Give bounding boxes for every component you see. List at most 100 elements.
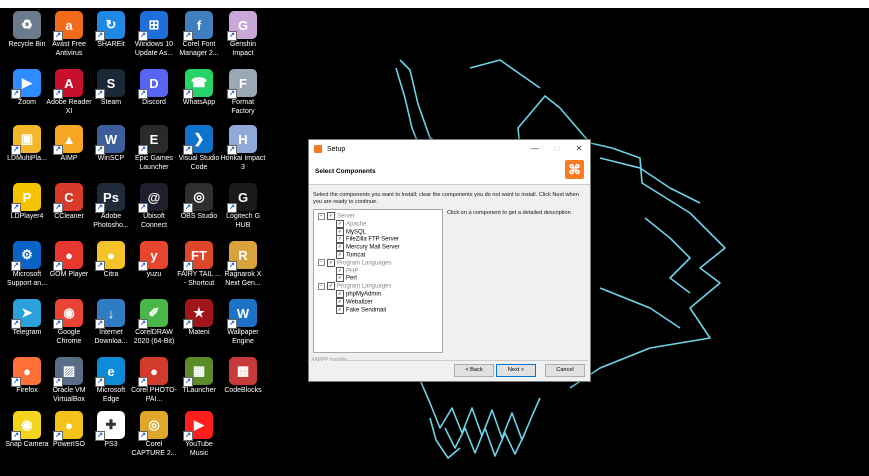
close-icon[interactable]: ✕ (568, 140, 590, 158)
tree-group[interactable]: − ✓ Server (318, 212, 355, 220)
component-tree[interactable]: − ✓ Server ✓ Apache ✓ MySQL ✓ FileZilla FTP Serv… (313, 209, 443, 353)
checkbox[interactable]: ✓ (336, 219, 344, 228)
desktop-icon[interactable]: F ↗ Format Factory (220, 66, 266, 116)
desktop-icon[interactable]: ↻ ↗ SHAREit (88, 8, 134, 50)
desktop-icon[interactable]: ☎ ↗ WhatsApp (176, 66, 222, 108)
collapse-icon[interactable]: − (318, 259, 325, 267)
desktop-icon[interactable]: P ↗ LDPlayer4 (4, 180, 50, 222)
desktop-icon[interactable]: FT ↗ FAIRY TAIL ... - Shortcut (176, 238, 222, 288)
app-icon: ◎ ↗ (183, 183, 213, 213)
desktop-icon[interactable]: ↓ ↗ Internet Downloa... (88, 296, 134, 346)
desktop-icon[interactable]: Ps ↗ Adobe Photosho... (88, 180, 134, 230)
desktop-icon[interactable]: ▦ ↗ TLauncher (176, 354, 222, 396)
tree-group[interactable]: − ✓ Program Languages (318, 282, 391, 291)
tree-item[interactable]: ✓ Fake Sendmail (336, 305, 386, 314)
desktop-icon[interactable]: ● ↗ Citra (88, 238, 134, 280)
shortcut-arrow-icon: ↗ (227, 319, 237, 329)
desktop-icon[interactable]: D ↗ Discord (131, 66, 177, 108)
desktop-icon[interactable]: G ↗ Genshin Impact (220, 8, 266, 58)
desktop-icon[interactable]: ▣ ↗ LDMultiPla... (4, 122, 50, 164)
desktop-icon[interactable]: W ↗ Wallpaper Engine (220, 296, 266, 346)
shortcut-arrow-icon: ↗ (11, 261, 21, 271)
desktop-icon[interactable]: R ↗ Ragnarok X Next Gen... (220, 238, 266, 288)
desktop-icon[interactable]: ● ↗ Corel PHOTO-PAI... (131, 354, 177, 404)
window-title: Setup (327, 145, 346, 153)
app-icon: ◉ ↗ (11, 411, 41, 441)
app-icon: ▩ (229, 357, 257, 385)
checkbox[interactable]: ✓ (336, 243, 344, 252)
cancel-button[interactable]: Cancel (545, 364, 585, 377)
desktop-icon[interactable]: ● ↗ PowerISO (46, 408, 92, 450)
desktop-icon[interactable]: H ↗ Honkai Impact 3 (220, 122, 266, 172)
back-button[interactable]: < Back (454, 364, 494, 377)
app-icon: ● ↗ (11, 357, 41, 387)
desktop-icon[interactable]: ▲ ↗ AIMP (46, 122, 92, 164)
desktop-icon[interactable]: y ↗ yuzu (131, 238, 177, 280)
desktop-icon[interactable]: ✐ ↗ CorelDRAW 2020 (64-Bit) (131, 296, 177, 346)
desktop-icon[interactable]: ★ ↗ Mateni (176, 296, 222, 338)
tree-item[interactable]: ✓ PHP (336, 266, 358, 275)
app-icon: W ↗ (227, 299, 257, 329)
desktop-icon[interactable]: ◉ ↗ Google Chrome (46, 296, 92, 346)
desktop-icon[interactable]: ◉ ↗ Snap Camera (4, 408, 50, 450)
desktop-icon[interactable]: C ↗ CCleaner (46, 180, 92, 222)
tree-item[interactable]: ✓ Webalizer (336, 297, 373, 306)
desktop-icon[interactable]: ♻ Recycle Bin (4, 8, 50, 50)
desktop-icon[interactable]: ● ↗ GOM Player (46, 238, 92, 280)
title-bar[interactable]: Setup — □ ✕ (309, 140, 590, 158)
next-button[interactable]: Next > (496, 364, 536, 377)
desktop-icon[interactable]: ▶ ↗ Zoom (4, 66, 50, 108)
desktop-icon[interactable]: ▨ ↗ Oracle VM VirtualBox (46, 354, 92, 404)
desktop-icon[interactable]: A ↗ Adobe Reader XI (46, 66, 92, 116)
desktop-icon[interactable]: ▶ ↗ YouTube Music (176, 408, 222, 458)
desktop-icon[interactable]: a ↗ Avast Free Antivirus (46, 8, 92, 58)
checkbox[interactable]: ✓ (336, 290, 344, 298)
xampp-logo-icon: ⌘ (565, 160, 584, 179)
collapse-icon[interactable]: − (318, 282, 325, 290)
desktop-icon[interactable]: f ↗ Corel Font Manager 2... (176, 8, 222, 58)
desktop-icon[interactable]: ▩ CodeBlocks (220, 354, 266, 396)
desktop-icon-label: CorelDRAW 2020 (64-Bit) (133, 329, 175, 345)
checkbox[interactable]: ✓ (336, 235, 344, 244)
desktop-icon[interactable]: ✚ ↗ PS3 (88, 408, 134, 450)
checkbox[interactable]: ✓ (336, 266, 344, 275)
desktop-icon-label: AIMP (60, 155, 78, 162)
desktop-icon[interactable]: E ↗ Epic Games Launcher (131, 122, 177, 172)
checkbox[interactable]: ✓ (336, 251, 344, 259)
tree-item[interactable]: ✓ phpMyAdmin (336, 290, 381, 298)
desktop-icon[interactable]: ⚙ ↗ Microsoft Support an... (4, 238, 50, 288)
desktop-icon[interactable]: G ↗ Logitech G HUB (220, 180, 266, 230)
app-icon: ⚙ ↗ (11, 241, 41, 271)
desktop-icon[interactable]: W ↗ WinSCP (88, 122, 134, 164)
checkbox[interactable]: ✓ (336, 274, 344, 283)
checkbox[interactable]: ✓ (327, 212, 335, 220)
tree-item[interactable]: ✓ Perl (336, 274, 357, 283)
desktop-icon[interactable]: ◎ ↗ OBS Studio (176, 180, 222, 222)
tree-item[interactable]: ✓ Mercury Mail Server (336, 243, 400, 252)
desktop-icon[interactable]: ◎ ↗ Corel CAPTURE 2... (131, 408, 177, 458)
checkbox[interactable]: ✓ (327, 258, 335, 267)
tree-group[interactable]: − ✓ Program Languages (318, 258, 391, 267)
tree-item[interactable]: ✓ MySQL (336, 227, 366, 236)
app-icon: R ↗ (227, 241, 257, 271)
desktop-icon[interactable]: ⊞ ↗ Windows 10 Update As... (131, 8, 177, 58)
checkbox[interactable]: ✓ (336, 227, 344, 236)
shortcut-arrow-icon: ↗ (11, 89, 21, 99)
desktop-icon[interactable]: S ↗ Steam (88, 66, 134, 108)
tree-item[interactable]: ✓ Tomcat (336, 251, 365, 259)
desktop-icon[interactable]: ❯ ↗ Visual Studio Code (176, 122, 222, 172)
checkbox[interactable]: ✓ (336, 305, 344, 314)
tree-item[interactable]: ✓ FileZilla FTP Server (336, 235, 399, 244)
checkbox[interactable]: ✓ (327, 282, 335, 291)
app-icon: E ↗ (138, 125, 168, 155)
desktop-icon[interactable]: @ ↗ Ubisoft Connect (131, 180, 177, 230)
desktop-icon[interactable]: ➤ ↗ Telegram (4, 296, 50, 338)
minimize-icon[interactable]: — (524, 140, 546, 158)
checkbox[interactable]: ✓ (336, 297, 344, 306)
desktop-icon[interactable]: ● ↗ Firefox (4, 354, 50, 396)
shortcut-arrow-icon: ↗ (53, 31, 63, 41)
collapse-icon[interactable]: − (318, 212, 325, 220)
tree-item-label: Perl (346, 275, 357, 282)
desktop-icon[interactable]: e ↗ Microsoft Edge (88, 354, 134, 404)
tree-item[interactable]: ✓ Apache (336, 219, 366, 228)
